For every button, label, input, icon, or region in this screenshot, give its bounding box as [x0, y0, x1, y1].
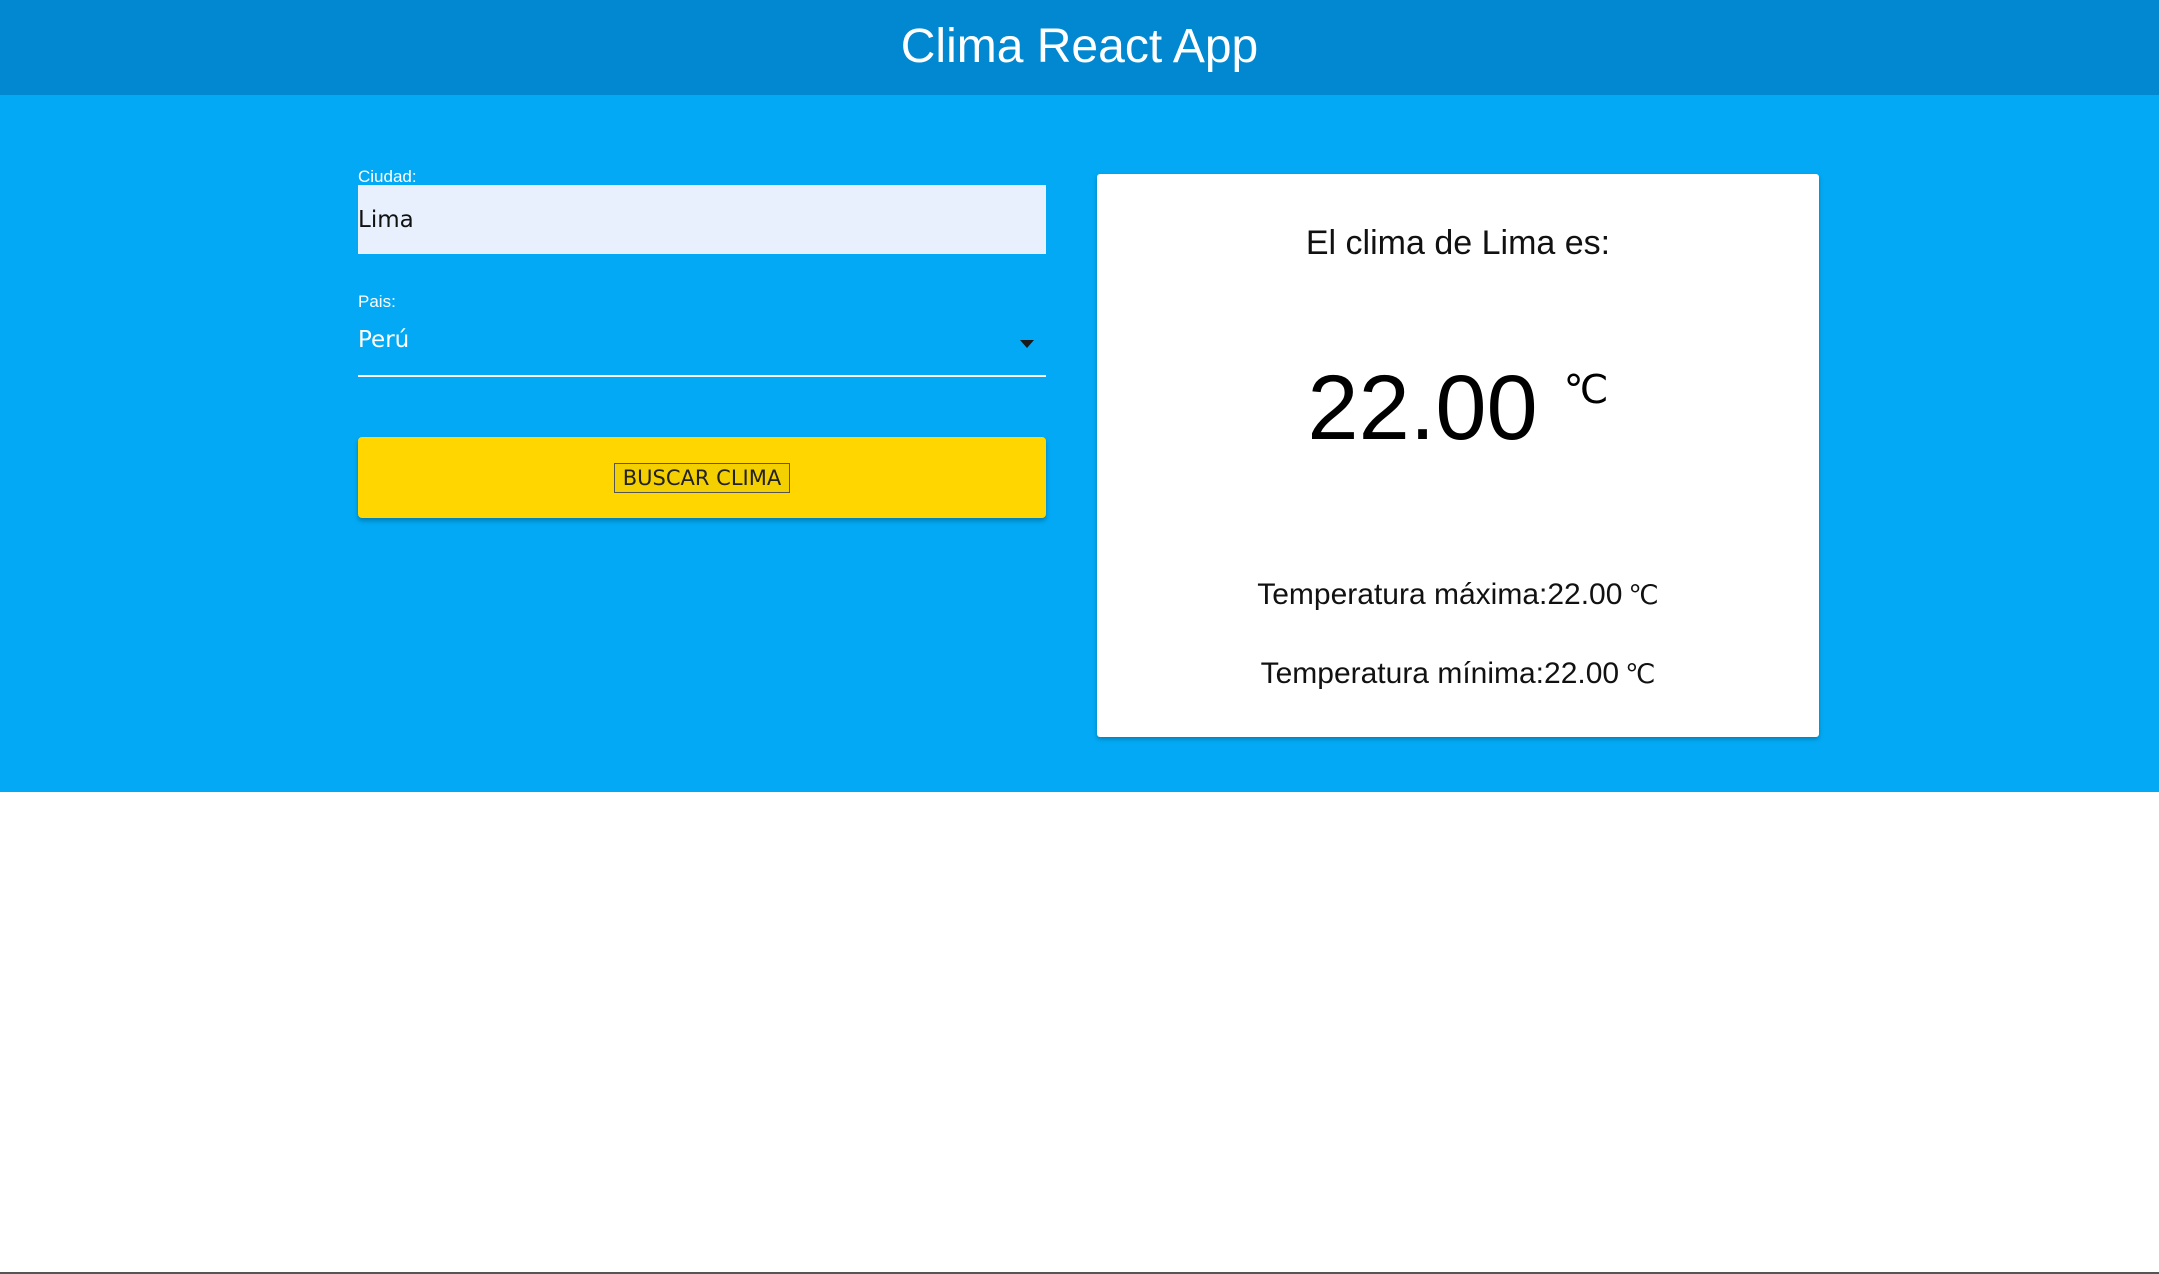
country-selected-value: Perú — [358, 327, 410, 353]
app-title: Clima React App — [900, 20, 1259, 73]
max-temperature-unit: ℃ — [1628, 580, 1659, 610]
weather-title: El clima de Lima es: — [1305, 224, 1611, 262]
min-temperature-text: Temperatura mínima:22.00 — [1260, 657, 1620, 690]
search-weather-button-label: BUSCAR CLIMA — [613, 462, 791, 493]
main-section: Ciudad: Pais: Perú BUSCAR CLIMA El clima… — [0, 95, 2159, 792]
temperature-value: 22.00 — [1307, 357, 1538, 459]
max-temperature: Temperatura máxima:22.00 ℃ — [1097, 578, 1819, 612]
weather-result-card: El clima de Lima es: 22.00 ℃ Temperatura… — [1097, 174, 1819, 737]
temperature-unit: ℃ — [1563, 367, 1609, 412]
max-temperature-text: Temperatura máxima:22.00 — [1257, 578, 1623, 611]
min-temperature: Temperatura mínima:22.00 ℃ — [1097, 657, 1819, 691]
search-weather-button[interactable]: BUSCAR CLIMA — [358, 437, 1046, 518]
min-temperature-unit: ℃ — [1625, 659, 1656, 689]
city-label: Ciudad: — [358, 167, 417, 186]
country-label: Pais: — [358, 292, 396, 311]
app-header: Clima React App — [0, 0, 2159, 95]
city-input[interactable] — [358, 185, 1046, 254]
country-select[interactable]: Perú — [358, 317, 1046, 377]
current-temperature: 22.00 ℃ — [1097, 362, 1819, 454]
caret-down-icon[interactable] — [1020, 340, 1034, 348]
